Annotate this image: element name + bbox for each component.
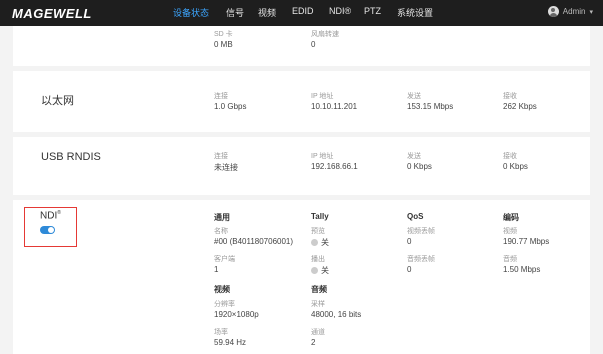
usb-ip-value: 192.168.66.1 bbox=[311, 162, 358, 171]
general-header: 通用 bbox=[214, 213, 230, 222]
ethernet-title: 以太网 bbox=[41, 95, 74, 107]
ndi-name-label: 名称 bbox=[214, 228, 228, 235]
usb-tx-value: 0 Kbps bbox=[407, 162, 432, 171]
ethernet-tx-value: 153.15 Mbps bbox=[407, 102, 454, 111]
usb-link-label: 连接 bbox=[214, 153, 228, 160]
audio-drop-label: 音频丢帧 bbox=[407, 256, 435, 263]
ndi-toggle-group: NDI® bbox=[24, 200, 84, 250]
sd-card-value: 0 MB bbox=[214, 40, 233, 49]
nav-video[interactable]: 视频 bbox=[258, 6, 276, 19]
framerate-label: 场率 bbox=[214, 329, 228, 336]
fan-speed-value: 0 bbox=[311, 40, 316, 49]
ndi-title: NDI® bbox=[40, 210, 61, 222]
usb-rx-label: 接收 bbox=[503, 153, 517, 160]
sd-card-label: SD 卡 bbox=[214, 31, 233, 38]
ethernet-rx-value: 262 Kbps bbox=[503, 102, 537, 111]
sample-label: 采样 bbox=[311, 301, 325, 308]
ethernet-rx-label: 接收 bbox=[503, 93, 517, 100]
qos-header: QoS bbox=[407, 212, 424, 221]
usb-rx-value: 0 Kbps bbox=[503, 162, 528, 171]
fan-speed-label: 风扇转速 bbox=[311, 31, 339, 38]
magewell-logo[interactable]: MAGEWELL bbox=[12, 6, 92, 21]
ethernet-ip-label: IP 地址 bbox=[311, 93, 334, 100]
nav-ptz[interactable]: PTZ bbox=[364, 6, 381, 16]
usb-rndis-title: USB RNDIS bbox=[41, 151, 101, 163]
encoding-video-value: 190.77 Mbps bbox=[503, 237, 550, 246]
video-header: 视频 bbox=[214, 285, 230, 294]
nav-device-status[interactable]: 设备状态 bbox=[173, 6, 209, 19]
video-drop-value: 0 bbox=[407, 237, 412, 246]
ethernet-section: 以太网 连接 1.0 Gbps IP 地址 10.10.11.201 发送 15… bbox=[13, 71, 590, 132]
clients-value: 1 bbox=[214, 265, 219, 274]
nav-edid[interactable]: EDID bbox=[292, 6, 314, 16]
radio-indicator-icon bbox=[311, 267, 318, 274]
usb-rndis-section: USB RNDIS 连接 未连接 IP 地址 192.168.66.1 发送 0… bbox=[13, 137, 590, 195]
channels-value: 2 bbox=[311, 338, 316, 347]
tally-program-value: 关 bbox=[311, 265, 329, 276]
radio-indicator-icon bbox=[311, 239, 318, 246]
resolution-label: 分辨率 bbox=[214, 301, 235, 308]
encoding-video-label: 视频 bbox=[503, 228, 517, 235]
ndi-name-value: #00 (B401180706001) bbox=[214, 237, 294, 246]
ndi-enable-toggle[interactable] bbox=[40, 226, 55, 234]
storage-section: SD 卡 0 MB 风扇转速 0 bbox=[13, 26, 590, 66]
encoding-audio-label: 音频 bbox=[503, 256, 517, 263]
video-drop-label: 视频丢帧 bbox=[407, 228, 435, 235]
audio-drop-value: 0 bbox=[407, 265, 412, 274]
chevron-down-icon: ▾ bbox=[589, 8, 593, 16]
ethernet-link-label: 连接 bbox=[214, 93, 228, 100]
resolution-value: 1920×1080p bbox=[214, 310, 259, 319]
ethernet-link-value: 1.0 Gbps bbox=[214, 102, 247, 111]
avatar-icon bbox=[547, 6, 559, 17]
encoding-audio-value: 1.50 Mbps bbox=[503, 265, 541, 274]
usb-link-value: 未连接 bbox=[214, 163, 238, 172]
audio-header: 音频 bbox=[311, 285, 327, 294]
tally-program-label: 播出 bbox=[311, 256, 325, 263]
top-nav-bar: MAGEWELL 设备状态 信号 视频 EDID NDI® PTZ 系统设置 A… bbox=[0, 0, 603, 26]
nav-system-settings[interactable]: 系统设置 bbox=[397, 6, 433, 19]
framerate-value: 59.94 Hz bbox=[214, 338, 247, 347]
ndi-section: 通用 名称 #00 (B401180706001) 客户端 1 Tally 预览… bbox=[13, 200, 590, 354]
ethernet-ip-value: 10.10.11.201 bbox=[311, 102, 358, 111]
nav-ndi[interactable]: NDI® bbox=[329, 6, 351, 16]
sample-value: 48000, 16 bits bbox=[311, 310, 362, 319]
ethernet-tx-label: 发送 bbox=[407, 93, 421, 100]
encoding-header: 编码 bbox=[503, 213, 519, 222]
user-menu[interactable]: Admin ▾ bbox=[547, 6, 593, 17]
tally-preview-label: 预览 bbox=[311, 228, 325, 235]
clients-label: 客户端 bbox=[214, 256, 235, 263]
nav-signal[interactable]: 信号 bbox=[226, 6, 244, 19]
usb-ip-label: IP 地址 bbox=[311, 153, 334, 160]
channels-label: 通道 bbox=[311, 329, 325, 336]
usb-tx-label: 发送 bbox=[407, 153, 421, 160]
tally-preview-value: 关 bbox=[311, 237, 329, 248]
tally-header: Tally bbox=[311, 212, 329, 221]
user-name: Admin bbox=[562, 7, 586, 16]
